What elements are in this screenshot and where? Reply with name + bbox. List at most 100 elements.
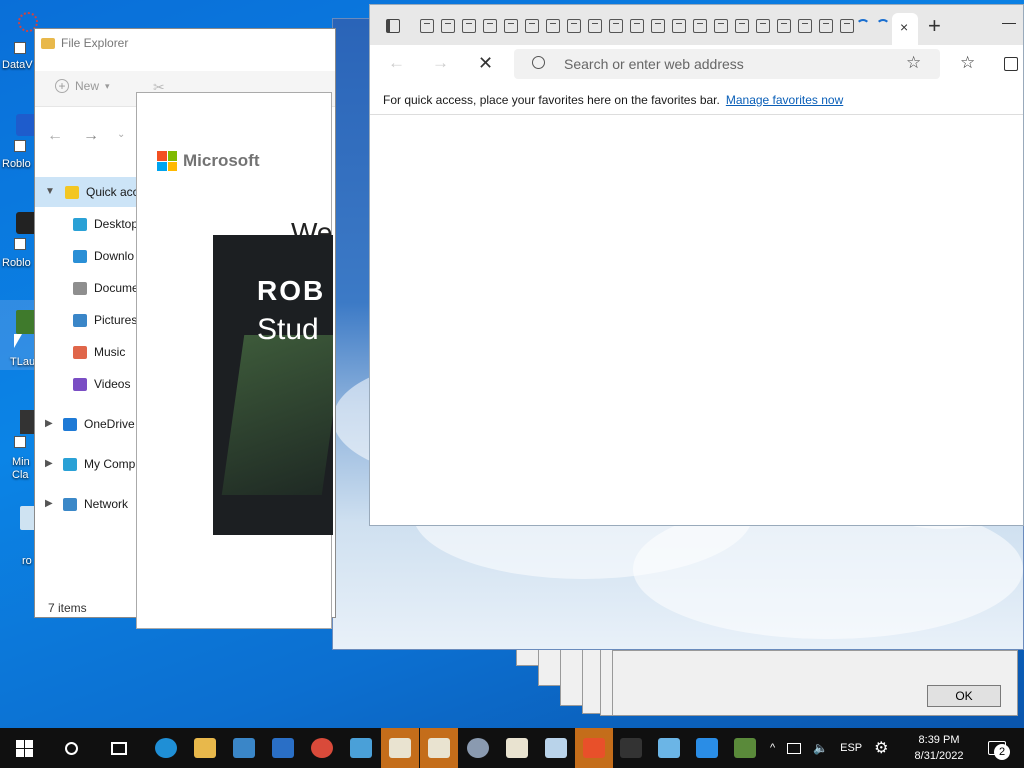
loading-spinner-icon — [876, 19, 890, 33]
taskbar-app-button[interactable] — [420, 728, 458, 768]
address-bar-row: ← → ✕ Search or enter web address ☆ ☆ — [370, 45, 1023, 85]
back-arrow-icon[interactable]: ← — [47, 127, 63, 145]
taskbar-app-button[interactable] — [225, 728, 263, 768]
taskbar: ^ 🔈 ESP ⚙ 8:39 PM 8/31/2022 2 — [0, 728, 1024, 768]
tab-favicon-icon[interactable] — [714, 19, 728, 33]
taskbar-app-button[interactable] — [264, 728, 302, 768]
show-hidden-icons-icon[interactable]: ^ — [770, 742, 775, 754]
manage-favorites-link[interactable]: Manage favorites now — [726, 93, 843, 107]
tab-favicon-icon[interactable] — [630, 19, 644, 33]
chevron-right-icon[interactable]: ▶ — [45, 498, 53, 509]
forward-arrow-icon[interactable]: → — [83, 127, 99, 145]
tab-favicon-icon[interactable] — [546, 19, 560, 33]
status-text: 7 items — [48, 601, 87, 615]
volume-icon[interactable]: 🔈 — [813, 741, 828, 755]
notification-center[interactable]: 2 — [978, 728, 1016, 768]
add-favorite-icon[interactable]: ☆ — [906, 53, 921, 73]
brand-name: Microsoft — [183, 151, 260, 170]
tab-favicon-icon[interactable] — [420, 19, 434, 33]
edge-icon — [155, 738, 177, 758]
taskbar-app-button[interactable] — [498, 728, 536, 768]
taskbar-app-button[interactable] — [726, 728, 764, 768]
tab-favicon-icon[interactable] — [462, 19, 476, 33]
new-tab-icon[interactable]: + — [928, 13, 941, 39]
task-view-button[interactable] — [100, 728, 138, 768]
tab-favicon-icon[interactable] — [735, 19, 749, 33]
tab-favicon-icon[interactable] — [798, 19, 812, 33]
search-button[interactable] — [52, 728, 90, 768]
chevron-down-icon[interactable]: ▼ — [45, 186, 55, 197]
taskbar-app-button[interactable] — [537, 728, 575, 768]
mail-icon — [272, 738, 294, 758]
taskbar-app-button[interactable] — [381, 728, 419, 768]
tab-favicon-icon[interactable] — [504, 19, 518, 33]
cloud-icon — [63, 417, 77, 431]
tab-favicon-icon[interactable] — [588, 19, 602, 33]
tab-favicon-icon[interactable] — [609, 19, 623, 33]
document-icon — [73, 281, 87, 295]
new-button[interactable]: + New ▾ — [55, 79, 110, 93]
taskbar-app-button[interactable] — [147, 728, 185, 768]
taskbar-app-button[interactable] — [612, 728, 650, 768]
tab-favicon-icon[interactable] — [483, 19, 497, 33]
tab-favicon-icon[interactable] — [672, 19, 686, 33]
settings-gear-icon[interactable]: ⚙ — [874, 738, 888, 758]
taskbar-app-button[interactable] — [186, 728, 224, 768]
active-tab[interactable]: × — [892, 13, 918, 45]
shortcut-arrow-icon — [14, 436, 26, 448]
desktop-icon-label: ro — [22, 555, 32, 567]
system-tray: ^ 🔈 ESP ⚙ — [770, 728, 888, 768]
nav-item-label: Quick acc — [86, 185, 139, 199]
chevron-right-icon[interactable]: ▶ — [45, 458, 53, 469]
tab-favicon-icon[interactable] — [777, 19, 791, 33]
tab-actions-icon[interactable] — [386, 19, 400, 33]
chrome-icon — [311, 738, 333, 758]
taskbar-app-button[interactable] — [303, 728, 341, 768]
taskbar-app-button[interactable] — [342, 728, 380, 768]
language-indicator[interactable]: ESP — [840, 742, 862, 754]
taskbar-app-button[interactable] — [688, 728, 726, 768]
forward-arrow-icon[interactable]: → — [432, 53, 449, 73]
studio-wordmark: Stud — [257, 313, 319, 346]
taskbar-app-button[interactable] — [650, 728, 688, 768]
back-arrow-icon[interactable]: ← — [388, 53, 405, 73]
ok-button[interactable]: OK — [927, 685, 1001, 707]
close-tab-icon[interactable]: × — [900, 19, 908, 35]
taskbar-app-button[interactable] — [575, 728, 613, 768]
control-panel-icon — [658, 738, 680, 758]
title-bar[interactable]: File Explorer — [35, 29, 335, 57]
tab-favicon-icon[interactable] — [840, 19, 854, 33]
tab-favicon-icon[interactable] — [651, 19, 665, 33]
collections-icon[interactable] — [1004, 57, 1018, 71]
favorites-icon[interactable]: ☆ — [960, 53, 975, 73]
minecraft-icon — [734, 738, 756, 758]
loading-spinner-icon — [856, 19, 870, 33]
pictures-icon — [73, 313, 87, 327]
notification-badge: 2 — [994, 744, 1010, 760]
start-button[interactable] — [5, 728, 43, 768]
file-explorer-icon — [194, 738, 216, 758]
tab-favicon-icon[interactable] — [441, 19, 455, 33]
search-icon — [532, 56, 545, 69]
new-label: New — [75, 79, 100, 93]
windows-logo-icon — [15, 739, 33, 757]
recent-chevron-icon[interactable]: ⌄ — [117, 129, 125, 140]
tab-favicon-icon[interactable] — [525, 19, 539, 33]
minimize-icon[interactable] — [1002, 23, 1016, 24]
microsoft-logo: Microsoft — [157, 151, 260, 171]
address-input[interactable]: Search or enter web address ☆ — [514, 49, 940, 79]
network-icon[interactable] — [787, 742, 802, 754]
tab-favicon-icon[interactable] — [819, 19, 833, 33]
favorites-bar: For quick access, place your favorites h… — [370, 85, 1023, 115]
ok-dialog: OK — [612, 650, 1018, 716]
videos-icon — [73, 377, 87, 391]
taskbar-app-button[interactable] — [459, 728, 497, 768]
clock[interactable]: 8:39 PM 8/31/2022 — [906, 728, 972, 768]
shortcut-arrow-icon — [14, 140, 26, 152]
stop-loading-icon[interactable]: ✕ — [478, 53, 493, 74]
tab-favicon-icon[interactable] — [567, 19, 581, 33]
chevron-right-icon[interactable]: ▶ — [45, 418, 53, 429]
tab-favicon-icon[interactable] — [693, 19, 707, 33]
tab-favicon-icon[interactable] — [756, 19, 770, 33]
clock-date: 8/31/2022 — [914, 750, 964, 762]
